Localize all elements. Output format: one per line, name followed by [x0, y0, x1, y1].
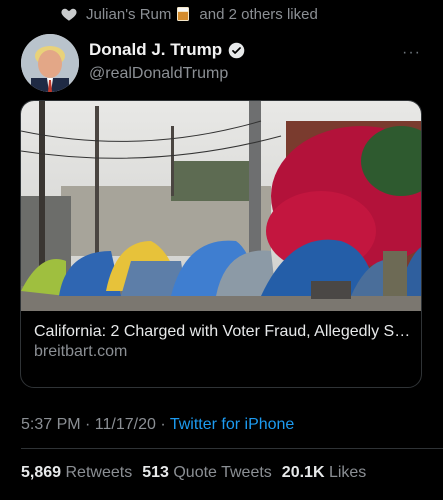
heart-icon	[61, 8, 77, 21]
rum-glass-emoji	[177, 7, 190, 21]
liked-rest-text: and 2 others liked	[199, 5, 318, 23]
link-card-image	[21, 101, 421, 311]
source-link[interactable]: Twitter for iPhone	[170, 416, 295, 433]
likes-count: 20.1K	[281, 464, 325, 481]
liker-name[interactable]: Julian's Rum	[86, 6, 171, 23]
engagement-stats: 5,869 Retweets 513 Quote Tweets 20.1K Li…	[21, 464, 366, 482]
more-options-icon[interactable]: ···	[402, 44, 421, 62]
quote-tweets-label: Quote Tweets	[173, 464, 272, 481]
quote-tweets-stat[interactable]: 513 Quote Tweets	[142, 464, 272, 482]
display-name[interactable]: Donald J. Trump	[89, 40, 222, 60]
tweet-meta: 5:37 PM · 11/17/20 · Twitter for iPhone	[21, 416, 294, 434]
link-card-title[interactable]: California: 2 Charged with Voter Fraud, …	[34, 321, 411, 342]
timestamp: 5:37 PM · 11/17/20 ·	[21, 416, 170, 433]
retweets-label: Retweets	[65, 464, 133, 481]
verified-badge-icon	[228, 42, 245, 58]
link-card-domain: breitbart.com	[34, 343, 128, 360]
author-block[interactable]: Donald J. Trump @realDonaldTrump	[89, 40, 245, 83]
likes-label: Likes	[328, 464, 367, 481]
retweets-stat[interactable]: 5,869 Retweets	[21, 464, 132, 482]
retweets-count: 5,869	[21, 464, 62, 481]
quote-tweets-count: 513	[142, 464, 169, 481]
handle[interactable]: @realDonaldTrump	[89, 65, 245, 83]
link-card[interactable]: California: 2 Charged with Voter Fraud, …	[20, 100, 422, 388]
divider	[21, 448, 443, 449]
likes-stat[interactable]: 20.1K Likes	[282, 464, 367, 482]
avatar[interactable]	[21, 34, 79, 92]
avatar-portrait	[21, 34, 79, 92]
social-context[interactable]: Julian's Rum and 2 others liked	[60, 4, 318, 24]
